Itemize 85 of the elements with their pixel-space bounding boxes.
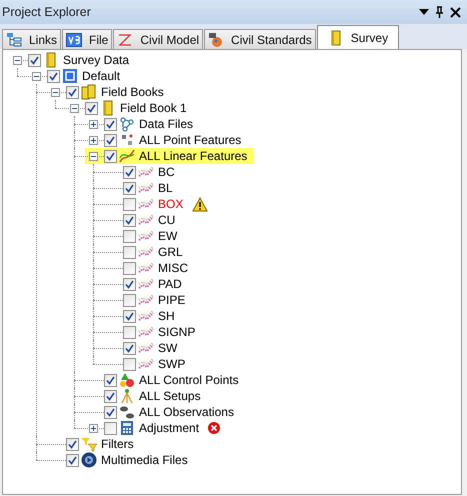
checkbox[interactable] [123,246,136,258]
collapse-toggle[interactable] [32,72,41,80]
tree-item-label[interactable]: Adjustment [138,421,200,435]
tree-item-label[interactable]: MISC [157,261,189,275]
tree-item-label[interactable]: ALL Control Points [138,373,240,387]
control-points-icon [119,372,135,388]
tree-item-label[interactable]: EW [157,229,178,243]
curves-icon [119,148,135,164]
tree-item-label[interactable]: PIPE [157,293,186,307]
checkbox[interactable] [47,70,60,82]
panel-title: Project Explorer [2,5,92,19]
checkbox[interactable] [104,422,117,434]
tree-item-label[interactable]: ALL Linear Features [138,149,248,163]
collapse-toggle[interactable] [13,56,22,64]
checkbox[interactable] [66,86,79,98]
tree-item-label[interactable]: BC [157,165,176,179]
checkbox[interactable] [123,342,136,354]
checkbox[interactable] [66,438,79,450]
checkbox[interactable] [123,166,136,178]
expand-toggle[interactable] [89,136,98,144]
binoculars-icon [119,404,135,420]
points-icon [119,132,135,148]
tree-item-label[interactable]: SWP [157,357,186,371]
tree-item-label[interactable]: GRL [157,245,184,259]
collapse-toggle[interactable] [89,152,98,160]
tree-item-label[interactable]: PAD [157,277,183,291]
tripod-icon [119,388,135,404]
tree-item-label[interactable]: Survey Data [62,53,130,67]
tab[interactable]: Survey [316,25,400,49]
tab[interactable]: Civil Model [113,29,204,49]
tree-item-label[interactable]: SIGNP [157,325,196,339]
checkbox[interactable] [123,262,136,274]
expand-toggle[interactable] [89,424,98,432]
tree-item-label[interactable]: Filters [100,437,135,451]
checkbox[interactable] [123,278,136,290]
checkbox[interactable] [104,406,117,418]
media-disc-icon [81,452,97,468]
books-icon [81,84,97,100]
checkbox[interactable] [85,102,98,114]
tree-item-label[interactable]: BL [157,181,174,195]
tree-item-label[interactable]: SW [157,341,178,355]
checkbox[interactable] [66,454,79,466]
checkbox[interactable] [104,150,117,162]
tree-item-label[interactable]: Default [81,69,122,83]
palette-icon [208,32,224,48]
hierarchy-icon [6,32,22,48]
file-logo-icon [66,32,82,48]
tree-item-label[interactable]: ALL Point Features [138,133,242,147]
collapse-toggle[interactable] [70,104,79,112]
pin-icon[interactable] [435,6,444,18]
checkbox[interactable] [104,118,117,130]
tree-item-label[interactable]: Field Book 1 [119,101,188,115]
tab[interactable]: File [62,29,112,49]
tab[interactable]: Civil Standards [204,29,316,49]
checkbox[interactable] [123,358,136,370]
checkbox[interactable] [123,182,136,194]
tree-item-label[interactable]: ALL Observations [138,405,235,419]
checkbox[interactable] [104,374,117,386]
collapse-toggle[interactable] [51,88,60,96]
tree-item-label[interactable]: Multimedia Files [100,453,189,467]
close-icon[interactable] [450,6,461,18]
network-icon [119,116,135,132]
checkbox[interactable] [123,294,136,306]
tree-item-label[interactable]: CU [157,213,176,227]
checkbox[interactable] [123,214,136,226]
funnel-icon [81,436,97,452]
zigzag-icon [117,32,134,48]
dropdown-icon[interactable] [419,9,429,15]
checkbox[interactable] [123,198,136,210]
warning-icon [192,196,208,212]
square-icon [62,68,78,84]
checkbox[interactable] [123,326,136,338]
tree-item-label[interactable]: Field Books [100,85,165,99]
expand-toggle[interactable] [89,120,98,128]
checkbox[interactable] [123,310,136,322]
tree-item-label[interactable]: Data Files [138,117,194,131]
checkbox[interactable] [104,390,117,402]
checkbox[interactable] [123,230,136,242]
tree-item-label[interactable]: BOX [157,197,184,211]
checkbox[interactable] [104,134,117,146]
tab[interactable]: Links [2,29,62,49]
tree-item-label[interactable]: SH [157,309,176,323]
tree-item-label[interactable]: ALL Setups [138,389,202,403]
checkbox[interactable] [28,54,41,66]
calculator-icon [119,420,135,436]
